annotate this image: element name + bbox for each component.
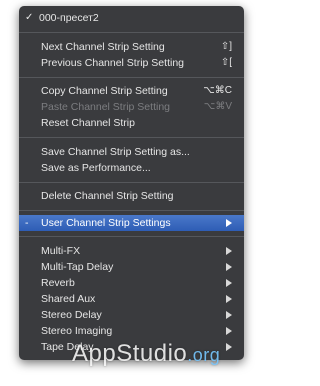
menu-item-label: Delete Channel Strip Setting xyxy=(41,190,174,202)
watermark: AppStudio.org xyxy=(72,340,220,368)
submenu-arrow-icon xyxy=(226,311,232,319)
shortcut-label: ⇧[ xyxy=(220,57,232,68)
submenu-item-reverb[interactable]: Reverb xyxy=(19,276,244,290)
separator xyxy=(19,137,244,138)
shortcut-label: ⌥⌘C xyxy=(203,85,232,96)
separator xyxy=(19,182,244,183)
submenu-arrow-icon xyxy=(226,279,232,287)
submenu-item-stereo-delay[interactable]: Stereo Delay xyxy=(19,308,244,322)
watermark-suffix: .org xyxy=(187,345,221,365)
separator xyxy=(19,32,244,33)
menu-item-label: Save Channel Strip Setting as... xyxy=(41,146,190,158)
separator xyxy=(19,77,244,78)
separator xyxy=(19,236,244,237)
submenu-item-stereo-imaging[interactable]: Stereo Imaging xyxy=(19,324,244,338)
menu-item-label: Reset Channel Strip xyxy=(41,117,135,129)
menu-item-user-settings[interactable]: - User Channel Strip Settings xyxy=(19,215,244,231)
submenu-item-multi-fx[interactable]: Multi-FX xyxy=(19,244,244,258)
menu-item-save-as-performance[interactable]: Save as Performance... xyxy=(19,161,244,175)
menu-item-label: User Channel Strip Settings xyxy=(41,217,171,229)
menu-item-label: Copy Channel Strip Setting xyxy=(41,85,168,97)
menu-item-copy-setting[interactable]: Copy Channel Strip Setting ⌥⌘C xyxy=(19,84,244,98)
submenu-item-multi-tap-delay[interactable]: Multi-Tap Delay xyxy=(19,260,244,274)
watermark-text: AppStudio xyxy=(72,340,188,367)
submenu-item-shared-aux[interactable]: Shared Aux xyxy=(19,292,244,306)
menu-item-label: Reverb xyxy=(41,277,75,289)
menu-item-delete-setting[interactable]: Delete Channel Strip Setting xyxy=(19,189,244,203)
menu-item-label: Stereo Imaging xyxy=(41,325,113,337)
menu-item-next-setting[interactable]: Next Channel Strip Setting ⇧] xyxy=(19,40,244,54)
menu-item-paste-setting: Paste Channel Strip Setting ⌥⌘V xyxy=(19,100,244,114)
context-menu: ✓ 000-пресет2 Next Channel Strip Setting… xyxy=(19,6,244,360)
menu-item-label: Next Channel Strip Setting xyxy=(41,41,165,53)
submenu-arrow-icon xyxy=(226,295,232,303)
menu-item-reset-strip[interactable]: Reset Channel Strip xyxy=(19,116,244,130)
menu-item-label: Save as Performance... xyxy=(41,162,151,174)
submenu-arrow-icon xyxy=(226,327,232,335)
menu-item-label: Shared Aux xyxy=(41,293,96,305)
menu-item-label: Previous Channel Strip Setting xyxy=(41,57,184,69)
menu-item-label: Multi-FX xyxy=(41,245,81,257)
submenu-arrow-icon xyxy=(226,263,232,271)
menu-item-label: Paste Channel Strip Setting xyxy=(41,101,170,113)
submenu-arrow-icon xyxy=(226,343,232,351)
menu-item-previous-setting[interactable]: Previous Channel Strip Setting ⇧[ xyxy=(19,56,244,70)
menu-item-save-setting-as[interactable]: Save Channel Strip Setting as... xyxy=(19,145,244,159)
menu-item-label: 000-пресет2 xyxy=(39,12,99,24)
separator xyxy=(19,210,244,211)
shortcut-label: ⇧] xyxy=(220,41,232,52)
mixed-state-icon: - xyxy=(25,217,29,229)
menu-item-label: Multi-Tap Delay xyxy=(41,261,114,273)
shortcut-label: ⌥⌘V xyxy=(203,101,232,112)
menu-item-preset[interactable]: ✓ 000-пресет2 xyxy=(19,11,244,25)
menu-item-label: Stereo Delay xyxy=(41,309,102,321)
submenu-arrow-icon xyxy=(226,219,232,227)
submenu-arrow-icon xyxy=(226,247,232,255)
checkmark-icon: ✓ xyxy=(25,12,34,23)
